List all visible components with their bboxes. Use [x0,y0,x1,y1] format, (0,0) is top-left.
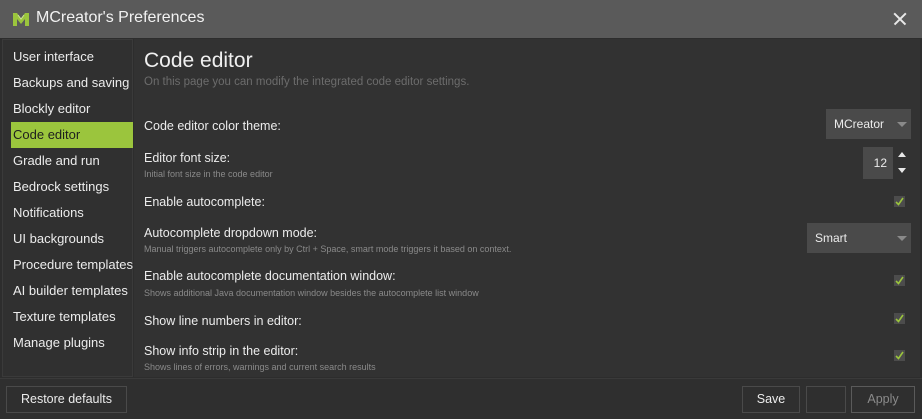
sidebar-item-blockly-editor[interactable]: Blockly editor [11,96,133,122]
checkmark-icon [895,197,904,206]
sidebar-item-procedure-templates[interactable]: Procedure templates [11,252,133,278]
sidebar-item-backups-and-saving[interactable]: Backups and saving [11,70,133,96]
bottom-bar: Restore defaults Save Apply [0,378,922,419]
dropdown-mode-select[interactable]: Smart [807,223,911,253]
sidebar: User interface Backups and saving Blockl… [2,39,133,377]
color-theme-label: Code editor color theme: [144,119,281,133]
font-size-label: Editor font size: [144,151,231,165]
sidebar-item-code-editor[interactable]: Code editor [11,122,133,148]
apply-button[interactable]: Apply [851,386,915,413]
font-size-description: Initial font size in the code editor [144,169,273,179]
dropdown-mode-value: Smart [815,231,848,245]
page-title: Code editor [144,49,253,72]
sidebar-item-manage-plugins[interactable]: Manage plugins [11,330,133,356]
info-strip-description: Shows lines of errors, warnings and curr… [144,362,376,372]
window-title: MCreator's Preferences [36,9,205,26]
checkmark-icon [895,351,904,360]
save-button[interactable]: Save [742,386,800,413]
close-icon[interactable] [876,0,922,38]
chevron-down-icon [897,122,907,127]
title-bar: MCreator's Preferences [0,0,922,38]
doc-window-label: Enable autocomplete documentation window… [144,269,396,283]
dropdown-mode-description: Manual triggers autocomplete only by Ctr… [144,244,512,254]
restore-defaults-button[interactable]: Restore defaults [6,386,127,413]
sidebar-item-notifications[interactable]: Notifications [11,200,133,226]
font-size-input[interactable]: 12 [863,147,893,179]
info-strip-label: Show info strip in the editor: [144,344,299,358]
page-subtitle: On this page you can modify the integrat… [144,76,470,88]
cancel-button[interactable] [806,386,846,413]
sidebar-item-ai-builder-templates[interactable]: AI builder templates [11,278,133,304]
doc-window-checkbox[interactable] [894,275,905,286]
spinner-up-icon[interactable] [897,149,907,161]
color-theme-dropdown[interactable]: MCreator [826,109,911,139]
line-numbers-checkbox[interactable] [894,313,905,324]
autocomplete-label: Enable autocomplete: [144,195,265,209]
spinner-down-icon[interactable] [897,165,907,177]
info-strip-checkbox[interactable] [894,350,905,361]
color-theme-value: MCreator [834,117,885,131]
doc-window-description: Shows additional Java documentation wind… [144,288,479,298]
sidebar-item-user-interface[interactable]: User interface [11,44,133,70]
autocomplete-checkbox[interactable] [894,196,905,207]
settings-panel: Code editor On this page you can modify … [134,39,920,377]
mcreator-logo-icon [13,13,29,26]
sidebar-item-gradle-and-run[interactable]: Gradle and run [11,148,133,174]
sidebar-item-texture-templates[interactable]: Texture templates [11,304,133,330]
sidebar-item-bedrock-settings[interactable]: Bedrock settings [11,174,133,200]
dropdown-mode-label: Autocomplete dropdown mode: [144,226,318,240]
checkmark-icon [895,276,904,285]
checkmark-icon [895,314,904,323]
sidebar-item-ui-backgrounds[interactable]: UI backgrounds [11,226,133,252]
chevron-down-icon [897,236,907,241]
line-numbers-label: Show line numbers in editor: [144,314,302,328]
